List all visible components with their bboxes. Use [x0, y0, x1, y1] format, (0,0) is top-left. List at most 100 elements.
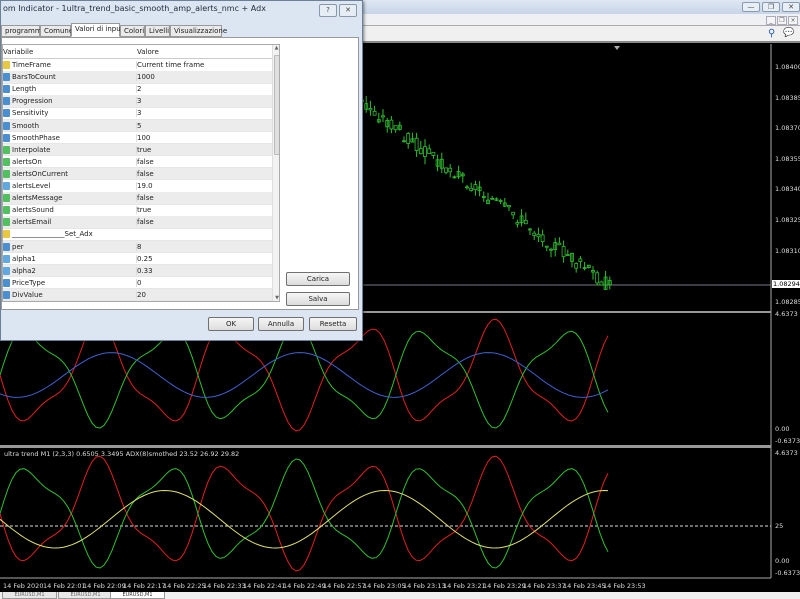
chart-tab-active[interactable]: EURUSD,M1 [110, 592, 165, 599]
chat-icon[interactable]: 💬 [783, 28, 794, 38]
tab-livelli[interactable]: Livelli [145, 25, 170, 37]
input-name: SmoothPhase [12, 133, 60, 142]
column-header-variabile[interactable]: Variabile [3, 48, 33, 56]
input-row[interactable]: alertsLevel 19.0 [3, 180, 273, 193]
window-close-button[interactable]: ✕ [782, 2, 800, 12]
input-row[interactable]: PriceType 0 [3, 277, 273, 290]
input-value[interactable]: 1000 [136, 73, 155, 82]
chart-restore-button[interactable]: ❐ [777, 16, 787, 25]
candle-body [565, 254, 570, 256]
bool-type-icon [3, 218, 10, 227]
bool-type-icon [3, 169, 10, 178]
ind1-axis-zero: 0.00 [775, 425, 790, 433]
search-icon[interactable]: ⚲ [768, 28, 775, 39]
input-row[interactable]: alpha1 0.25 [3, 253, 273, 266]
candle-body [448, 167, 453, 173]
cancel-button[interactable]: Annulla [258, 317, 304, 331]
input-row[interactable]: Smooth 5 [3, 119, 273, 132]
input-name: _______________Set_Adx [12, 230, 93, 239]
candle-body [498, 200, 503, 202]
ok-button[interactable]: OK [208, 317, 254, 331]
chart-tab[interactable]: EURUSD,M1 [58, 592, 113, 599]
input-row[interactable]: DivValue 20 [3, 288, 273, 301]
candle-body [444, 167, 448, 173]
input-row[interactable]: TimeFrame Current time frame [3, 59, 273, 72]
chart-tab[interactable]: EURUSD,M1 [2, 592, 57, 599]
time-axis-label: 14 Feb 23:05 [363, 582, 406, 590]
scroll-thumb[interactable] [274, 55, 279, 155]
input-row[interactable]: Sensitivity 3 [3, 107, 273, 120]
tab-colori[interactable]: Colori [120, 25, 145, 37]
ultra-trend-mid-line [0, 352, 609, 398]
tab-programma[interactable]: programma [1, 25, 46, 37]
tab-comune[interactable]: Comune [40, 25, 73, 37]
input-name: alertsOnCurrent [12, 169, 69, 178]
input-value[interactable]: 0.25 [136, 254, 153, 263]
help-button[interactable]: ? [319, 4, 337, 17]
int-type-icon [3, 290, 10, 299]
load-button[interactable]: Carica [286, 272, 350, 286]
window-minimize-button[interactable]: — [742, 2, 760, 12]
input-row[interactable]: Length 2 [3, 83, 273, 96]
input-name: BarsToCount [12, 73, 56, 82]
input-value[interactable]: 0 [136, 278, 141, 287]
input-value[interactable]: 20 [136, 290, 146, 299]
input-row[interactable]: alertsOn false [3, 156, 273, 169]
scroll-down-icon[interactable]: ▼ [273, 295, 279, 301]
window-restore-button[interactable]: ❐ [762, 2, 780, 12]
input-value[interactable]: 5 [136, 121, 141, 130]
input-value[interactable]: true [136, 206, 151, 215]
grid-scrollbar[interactable]: ▲ ▼ [272, 45, 279, 301]
input-value[interactable]: false [136, 194, 154, 203]
tab-visualizzazione[interactable]: Visualizzazione [170, 25, 227, 37]
panel-separator [0, 445, 771, 448]
input-value[interactable]: 2 [136, 85, 141, 94]
candle-body [544, 245, 549, 248]
input-value[interactable]: 3 [136, 97, 141, 106]
input-value[interactable]: 0.33 [136, 266, 153, 275]
price-axis-label: 1.08340 [775, 185, 800, 193]
input-value[interactable]: Current time frame [136, 61, 204, 69]
reset-button[interactable]: Resetta [309, 317, 357, 331]
input-row[interactable]: per 8 [3, 240, 273, 253]
input-value[interactable]: false [136, 157, 154, 166]
input-value[interactable]: 8 [136, 242, 141, 251]
input-row[interactable]: alpha2 0.33 [3, 264, 273, 278]
candle-body [574, 263, 579, 269]
input-row[interactable]: alertsSound true [3, 204, 273, 217]
input-row[interactable]: alertsMessage false [3, 192, 273, 205]
input-name: alpha2 [12, 266, 36, 275]
input-row[interactable]: _______________Set_Adx [3, 228, 273, 241]
input-value[interactable]: 100 [136, 133, 150, 142]
input-value[interactable]: 3 [136, 109, 141, 118]
scroll-up-icon[interactable]: ▲ [273, 45, 279, 51]
double-type-icon [3, 266, 10, 275]
ind2-axis-bottom: -0.6373 [775, 569, 800, 577]
int-type-icon [3, 73, 10, 82]
input-row[interactable]: SmoothPhase 100 [3, 132, 273, 145]
int-type-icon [3, 121, 10, 130]
ind1-axis-bottom: -0.6373 [775, 437, 800, 445]
time-axis-label: 14 Feb 23:45 [563, 582, 606, 590]
ind1-axis-top: 4.6373 [775, 310, 798, 318]
input-value[interactable]: false [136, 218, 154, 227]
input-row[interactable]: Progression 3 [3, 95, 273, 108]
input-name: alertsLevel [12, 182, 51, 190]
column-header-valore[interactable]: Valore [137, 48, 159, 56]
input-row[interactable]: BarsToCount 1000 [3, 71, 273, 84]
input-row[interactable]: Interpolate true [3, 143, 273, 157]
adx-minus-di-line [0, 455, 609, 572]
input-row[interactable]: alertsOnCurrent false [3, 167, 273, 181]
save-button[interactable]: Salva [286, 292, 350, 306]
chart-close-button[interactable]: × [788, 16, 798, 25]
input-value[interactable]: 19.0 [136, 182, 153, 190]
input-value[interactable]: false [136, 169, 154, 178]
chart-minimize-button[interactable]: _ [766, 16, 776, 25]
tab-valori-di-input[interactable]: Valori di input [71, 23, 123, 37]
input-name: per [12, 242, 24, 251]
price-axis-label: 1.08370 [775, 124, 800, 132]
input-row[interactable]: alertsEmail false [3, 216, 273, 229]
candle-body [389, 119, 394, 130]
input-value[interactable]: true [136, 145, 151, 154]
dialog-close-button[interactable]: ✕ [339, 4, 357, 17]
